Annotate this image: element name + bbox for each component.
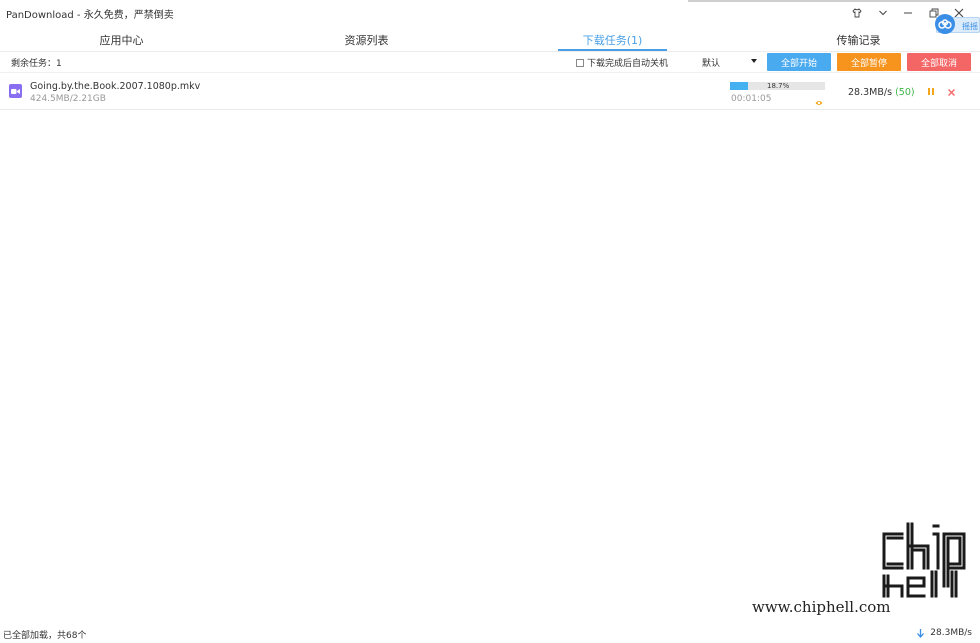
- auto-shutdown-label: 下载完成后自动关机: [587, 59, 669, 69]
- watermark-url: www.chiphell.com: [752, 598, 891, 616]
- speed-value: 28.3MB/s: [848, 87, 893, 98]
- task-toolbar: 剩余任务：1 下载完成后自动关机 默认 全部开始 全部暂停 全部取消: [0, 52, 980, 72]
- minimize-button[interactable]: [896, 6, 922, 20]
- pause-all-button[interactable]: 全部暂停: [837, 53, 901, 71]
- pause-icon[interactable]: [928, 88, 934, 95]
- status-bar: 已全部加载，共68个 28.3MB/s: [0, 625, 980, 643]
- menu-button[interactable]: [870, 6, 896, 20]
- caret-down-icon: [751, 59, 757, 63]
- cancel-task-icon[interactable]: [947, 86, 956, 100]
- app-title: PanDownload - 永久免费，严禁倒卖: [6, 10, 174, 21]
- progress-fill: [730, 82, 748, 90]
- skin-button[interactable]: [845, 6, 871, 20]
- total-speed: 28.3MB/s: [917, 628, 972, 638]
- download-speed: 28.3MB/s (50): [848, 87, 915, 98]
- download-row[interactable]: Going.by.the.Book.2007.1080p.mkv 424.5MB…: [0, 72, 980, 110]
- connection-count: (50): [895, 87, 915, 98]
- title-bar: PanDownload - 永久免费，严禁倒卖: [0, 0, 980, 26]
- auto-shutdown-option[interactable]: 下载完成后自动关机: [576, 56, 668, 69]
- total-speed-value: 28.3MB/s: [930, 628, 972, 638]
- minimize-icon: [904, 12, 913, 14]
- start-all-button[interactable]: 全部开始: [767, 53, 831, 71]
- file-name: Going.by.the.Book.2007.1080p.mkv: [30, 81, 201, 92]
- tab-transfer-records[interactable]: 传输记录: [804, 28, 913, 51]
- tab-download-tasks[interactable]: 下载任务(1): [558, 28, 667, 51]
- video-file-icon: [9, 84, 22, 98]
- chevron-down-icon: [878, 10, 887, 16]
- file-size: 424.5MB/2.21GB: [30, 94, 106, 104]
- tab-resource-list[interactable]: 资源列表: [312, 28, 421, 51]
- shirt-icon: [852, 8, 862, 18]
- remaining-tasks-label: 剩余任务：1: [11, 59, 62, 69]
- chiphell-logo: [882, 522, 966, 598]
- active-tab-indicator: [558, 49, 667, 51]
- mode-select-value: 默认: [702, 59, 721, 69]
- elapsed-time: 00:01:05: [731, 94, 772, 104]
- download-arrow-icon: [917, 628, 925, 638]
- top-edge-bar: [688, 0, 960, 2]
- chiphell-watermark: www.chiphell.com: [752, 520, 972, 625]
- cancel-all-button[interactable]: 全部取消: [907, 53, 971, 71]
- tab-app-center[interactable]: 应用中心: [67, 28, 176, 51]
- load-status: 已全部加载，共68个: [3, 631, 87, 641]
- eye-icon[interactable]: [815, 95, 823, 109]
- auto-shutdown-checkbox[interactable]: [576, 58, 584, 67]
- progress-percent: 18.7%: [767, 82, 790, 90]
- mode-select[interactable]: 默认: [702, 56, 757, 69]
- main-tabs: 应用中心 资源列表 下载任务(1) 传输记录: [0, 28, 980, 52]
